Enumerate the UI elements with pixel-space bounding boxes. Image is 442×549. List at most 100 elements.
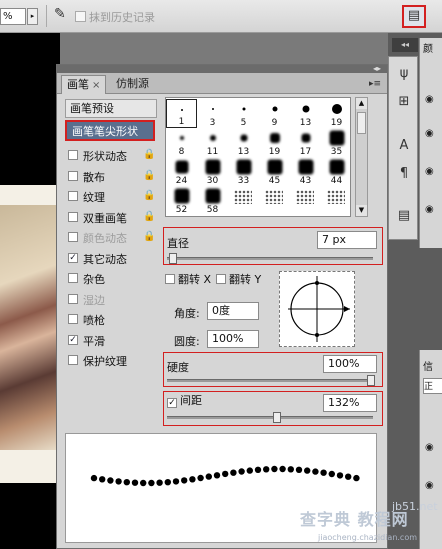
tab-brushes[interactable]: 画笔 ×: [61, 75, 107, 94]
panel-collapse-icon[interactable]: ◂▸: [373, 64, 381, 73]
spacing-checkbox[interactable]: ✓: [167, 398, 177, 408]
brush-tip[interactable]: 35: [321, 128, 350, 157]
flip-y-option[interactable]: 翻转 Y: [216, 271, 261, 287]
brush-setting-item[interactable]: 湿边: [65, 289, 157, 309]
paragraph-icon[interactable]: ¶: [393, 163, 415, 185]
blend-mode-field-partial[interactable]: 正: [423, 378, 442, 394]
brush-setting-item[interactable]: 双重画笔 🔒: [65, 207, 157, 227]
hardness-slider[interactable]: [167, 379, 373, 382]
scroll-thumb[interactable]: [357, 112, 366, 134]
brush-tip-shape-item[interactable]: 画笔笔尖形状: [65, 120, 155, 141]
brush-tip[interactable]: [228, 186, 259, 215]
brush-tip[interactable]: [321, 186, 350, 215]
angle-input[interactable]: 0度: [207, 302, 259, 320]
brush-tip[interactable]: 52: [166, 186, 197, 215]
brush-tip[interactable]: 13: [228, 128, 259, 157]
angle-roundness-diagram[interactable]: [279, 271, 355, 347]
lock-icon[interactable]: 🔒: [143, 190, 155, 201]
brush-panel-icon[interactable]: ψ: [393, 63, 415, 85]
hardness-input[interactable]: 100%: [323, 355, 377, 373]
brush-setting-item[interactable]: ✓ 平滑: [65, 330, 157, 350]
tip-grid-scrollbar[interactable]: ▲ ▼: [355, 97, 368, 217]
brush-setting-checkbox[interactable]: [68, 314, 78, 324]
diameter-input[interactable]: 7 px: [317, 231, 377, 249]
brush-tip[interactable]: [259, 186, 290, 215]
spacing-option[interactable]: ✓ 间距: [167, 392, 202, 408]
lock-icon[interactable]: 🔒: [143, 231, 155, 242]
brush-setting-item[interactable]: 杂色: [65, 268, 157, 288]
brush-tip[interactable]: 45: [259, 157, 290, 186]
toggle-brushes-panel-button[interactable]: ▤: [402, 5, 426, 28]
panel-menu-icon[interactable]: ▸≡: [369, 79, 381, 89]
scroll-down-icon[interactable]: ▼: [356, 205, 367, 216]
brush-setting-item[interactable]: 散布 🔒: [65, 166, 157, 186]
airbrush-icon[interactable]: ✎: [54, 6, 72, 26]
brush-tip[interactable]: 19: [259, 128, 290, 157]
brush-setting-item[interactable]: 喷枪: [65, 309, 157, 329]
brush-tip[interactable]: 11: [197, 128, 228, 157]
opacity-dropdown-button[interactable]: ▸: [27, 8, 38, 25]
brush-setting-checkbox[interactable]: [68, 232, 78, 242]
brush-tip[interactable]: 44: [321, 157, 350, 186]
lock-icon[interactable]: 🔒: [143, 170, 155, 181]
erase-to-history-checkbox[interactable]: [75, 11, 86, 22]
brush-tip[interactable]: 19: [321, 99, 350, 128]
brush-setting-checkbox[interactable]: [68, 170, 78, 181]
spacing-slider-knob[interactable]: [273, 412, 281, 423]
eye-icon[interactable]: ◉: [425, 442, 439, 453]
scroll-up-icon[interactable]: ▲: [356, 98, 367, 109]
flip-y-checkbox[interactable]: [216, 274, 226, 284]
flip-x-checkbox[interactable]: [165, 274, 175, 284]
tab-clone-source[interactable]: 仿制源: [111, 75, 154, 94]
diameter-slider[interactable]: [167, 257, 373, 260]
panel-tab-partial[interactable]: 颜: [423, 40, 433, 55]
diameter-slider-knob[interactable]: [169, 253, 177, 264]
lock-icon[interactable]: 🔒: [143, 211, 155, 222]
brush-tip[interactable]: 8: [166, 128, 197, 157]
roundness-input[interactable]: 100%: [207, 330, 259, 348]
clone-source-icon[interactable]: ⊞: [393, 91, 415, 113]
brush-setting-checkbox[interactable]: [68, 211, 78, 222]
brush-tip[interactable]: 43: [290, 157, 321, 186]
hardness-slider-knob[interactable]: [367, 375, 375, 386]
brush-setting-checkbox[interactable]: [68, 273, 78, 283]
brush-setting-item[interactable]: 纹理 🔒: [65, 186, 157, 206]
brush-setting-item[interactable]: 颜色动态 🔒: [65, 227, 157, 247]
brush-tip[interactable]: 9: [259, 99, 290, 128]
collapse-dock-icon[interactable]: ◂◂: [392, 38, 418, 52]
brush-tip[interactable]: 33: [228, 157, 259, 186]
lock-icon[interactable]: 🔒: [143, 149, 155, 160]
brush-setting-checkbox[interactable]: [68, 355, 78, 365]
eye-icon[interactable]: ◉: [425, 166, 439, 177]
brush-tip[interactable]: 5: [228, 99, 259, 128]
panel-tab-partial[interactable]: 信: [423, 358, 433, 373]
brush-tip[interactable]: 13: [290, 99, 321, 128]
brush-setting-item[interactable]: 保护纹理: [65, 350, 157, 370]
brush-tip[interactable]: 24: [166, 157, 197, 186]
brush-tip[interactable]: 58: [197, 186, 228, 215]
brush-tip[interactable]: 17: [290, 128, 321, 157]
close-icon[interactable]: ×: [92, 80, 100, 91]
spacing-slider[interactable]: [167, 416, 373, 419]
opacity-field[interactable]: %: [0, 8, 26, 25]
brush-setting-checkbox[interactable]: [68, 191, 78, 201]
brush-tip[interactable]: [290, 186, 321, 215]
brush-tip[interactable]: 3: [197, 99, 228, 128]
brush-tip[interactable]: 30: [197, 157, 228, 186]
brush-setting-item[interactable]: 形状动态 🔒: [65, 145, 157, 165]
eye-icon[interactable]: ◉: [425, 94, 439, 105]
character-icon[interactable]: A: [393, 135, 415, 157]
brush-tip[interactable]: 1: [166, 99, 197, 128]
eye-icon[interactable]: ◉: [425, 204, 439, 215]
brush-setting-checkbox[interactable]: ✓: [68, 334, 78, 345]
eye-icon[interactable]: ◉: [425, 480, 439, 491]
brush-setting-checkbox[interactable]: [68, 150, 78, 160]
notes-icon[interactable]: ▤: [393, 205, 415, 227]
eye-icon[interactable]: ◉: [425, 128, 439, 139]
brush-setting-item[interactable]: ✓ 其它动态: [65, 248, 157, 268]
flip-x-option[interactable]: 翻转 X: [165, 271, 211, 287]
brush-setting-checkbox[interactable]: ✓: [68, 252, 78, 263]
spacing-input[interactable]: 132%: [323, 394, 377, 412]
brush-setting-checkbox[interactable]: [68, 293, 78, 304]
brush-presets-item[interactable]: 画笔预设: [65, 99, 157, 118]
